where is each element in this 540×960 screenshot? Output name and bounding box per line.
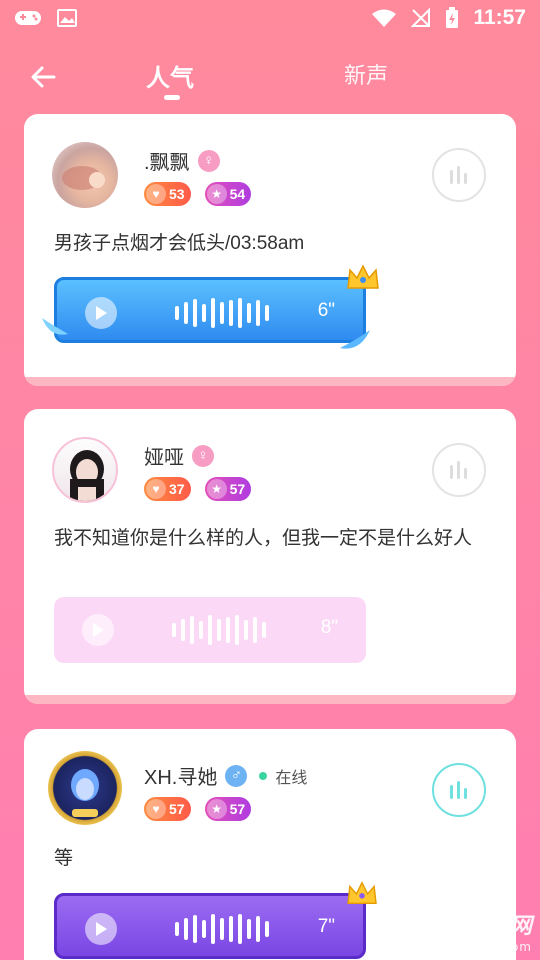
- equalizer-icon: [450, 781, 467, 799]
- heart-icon: ♥: [146, 184, 166, 204]
- heart-level-badge: ♥ 53: [144, 182, 191, 206]
- heart-level-value: 37: [169, 481, 185, 497]
- back-button[interactable]: [26, 60, 60, 94]
- username[interactable]: .飘飘: [144, 146, 190, 175]
- voice-duration: 6": [317, 300, 335, 321]
- post-card[interactable]: .飘飘 ♀ ♥ 53 ★ 54 男孩子点烟才会低头/03:58am 6": [24, 114, 516, 386]
- tab-popular[interactable]: 人气: [146, 58, 194, 93]
- tab-indicator: [164, 95, 180, 100]
- post-text: 我不知道你是什么样的人，但我一定不是什么好人: [54, 528, 473, 549]
- star-level-value: 57: [229, 801, 246, 817]
- wing-icon: [42, 318, 68, 335]
- post-text: 等: [54, 848, 74, 869]
- username-row: XH.寻她 ♂ 在线: [144, 761, 307, 790]
- online-status-dot: [259, 771, 268, 780]
- equalizer-icon: [450, 166, 467, 184]
- back-arrow-icon: [31, 66, 56, 88]
- heart-level-value: 53: [169, 186, 185, 202]
- username[interactable]: 娅哑: [144, 441, 184, 470]
- star-icon: ★: [206, 184, 227, 204]
- card-divider: [24, 377, 516, 386]
- female-icon: ♀: [192, 444, 214, 467]
- voice-duration: 8": [320, 617, 338, 638]
- play-icon[interactable]: [85, 297, 117, 329]
- star-icon: ★: [206, 799, 227, 819]
- crown-icon: [347, 881, 377, 904]
- bars-button[interactable]: [432, 763, 486, 817]
- image-icon: [57, 9, 77, 27]
- avatar[interactable]: [48, 751, 122, 825]
- watermark-url: www.yx007.com: [420, 940, 532, 954]
- level-badges: ♥ 37 ★ 57: [144, 477, 252, 501]
- bars-button[interactable]: [432, 443, 486, 497]
- username-row: .飘飘 ♀: [144, 146, 220, 175]
- equalizer-icon: [450, 461, 467, 479]
- star-level-badge: ★ 57: [204, 797, 252, 821]
- top-nav: 人气 新声: [0, 50, 540, 106]
- battery-charging-icon: [446, 7, 459, 28]
- tab-new-voices[interactable]: 新声: [344, 58, 388, 90]
- heart-level-badge: ♥ 37: [144, 477, 191, 501]
- status-bar: 11:57: [0, 0, 540, 40]
- star-level-badge: ★ 57: [204, 477, 252, 501]
- male-icon: ♂: [225, 764, 248, 787]
- no-signal-icon: [411, 8, 431, 27]
- waveform-icon: [175, 913, 269, 945]
- avatar[interactable]: [52, 142, 118, 208]
- play-icon[interactable]: [85, 913, 117, 945]
- card-divider: [24, 695, 516, 704]
- online-status: 在线: [275, 769, 308, 787]
- bars-button[interactable]: [432, 148, 486, 202]
- username-row: 娅哑 ♀: [144, 441, 214, 470]
- star-level-value: 54: [229, 186, 246, 202]
- wing-icon: [340, 330, 370, 349]
- star-level-value: 57: [229, 481, 246, 497]
- username[interactable]: XH.寻她: [144, 761, 217, 790]
- waveform-icon: [175, 297, 269, 329]
- post-card[interactable]: 娅哑 ♀ ♥ 37 ★ 57 我不知道你是什么样的人，但我一定不是什么好人 8": [24, 409, 516, 704]
- avatar[interactable]: [52, 437, 118, 503]
- voice-duration: 7": [317, 916, 335, 937]
- play-icon[interactable]: [82, 614, 114, 646]
- level-badges: ♥ 53 ★ 54: [144, 182, 252, 206]
- heart-icon: ♥: [146, 479, 166, 499]
- voice-message-player[interactable]: 8": [54, 597, 366, 663]
- female-icon: ♀: [197, 149, 220, 172]
- waveform-icon: [172, 614, 266, 646]
- watermark-logo: 007游戏网 www.yx007.com: [420, 908, 532, 954]
- heart-icon: ♥: [146, 799, 166, 819]
- star-icon: ★: [206, 479, 227, 499]
- level-badges: ♥ 57 ★ 57: [144, 797, 252, 821]
- voice-message-player[interactable]: 7": [54, 893, 366, 959]
- voice-message-player[interactable]: 6": [54, 277, 366, 343]
- post-text: 男孩子点烟才会低头/03:58am: [54, 233, 305, 254]
- clock: 11:57: [473, 6, 526, 29]
- crown-icon: [347, 264, 379, 289]
- star-level-badge: ★ 54: [204, 182, 252, 206]
- gamepad-icon: [15, 11, 41, 25]
- heart-level-badge: ♥ 57: [144, 797, 191, 821]
- watermark-main: 007游戏网: [420, 914, 532, 939]
- heart-level-value: 57: [169, 801, 185, 817]
- wifi-icon: [372, 9, 397, 27]
